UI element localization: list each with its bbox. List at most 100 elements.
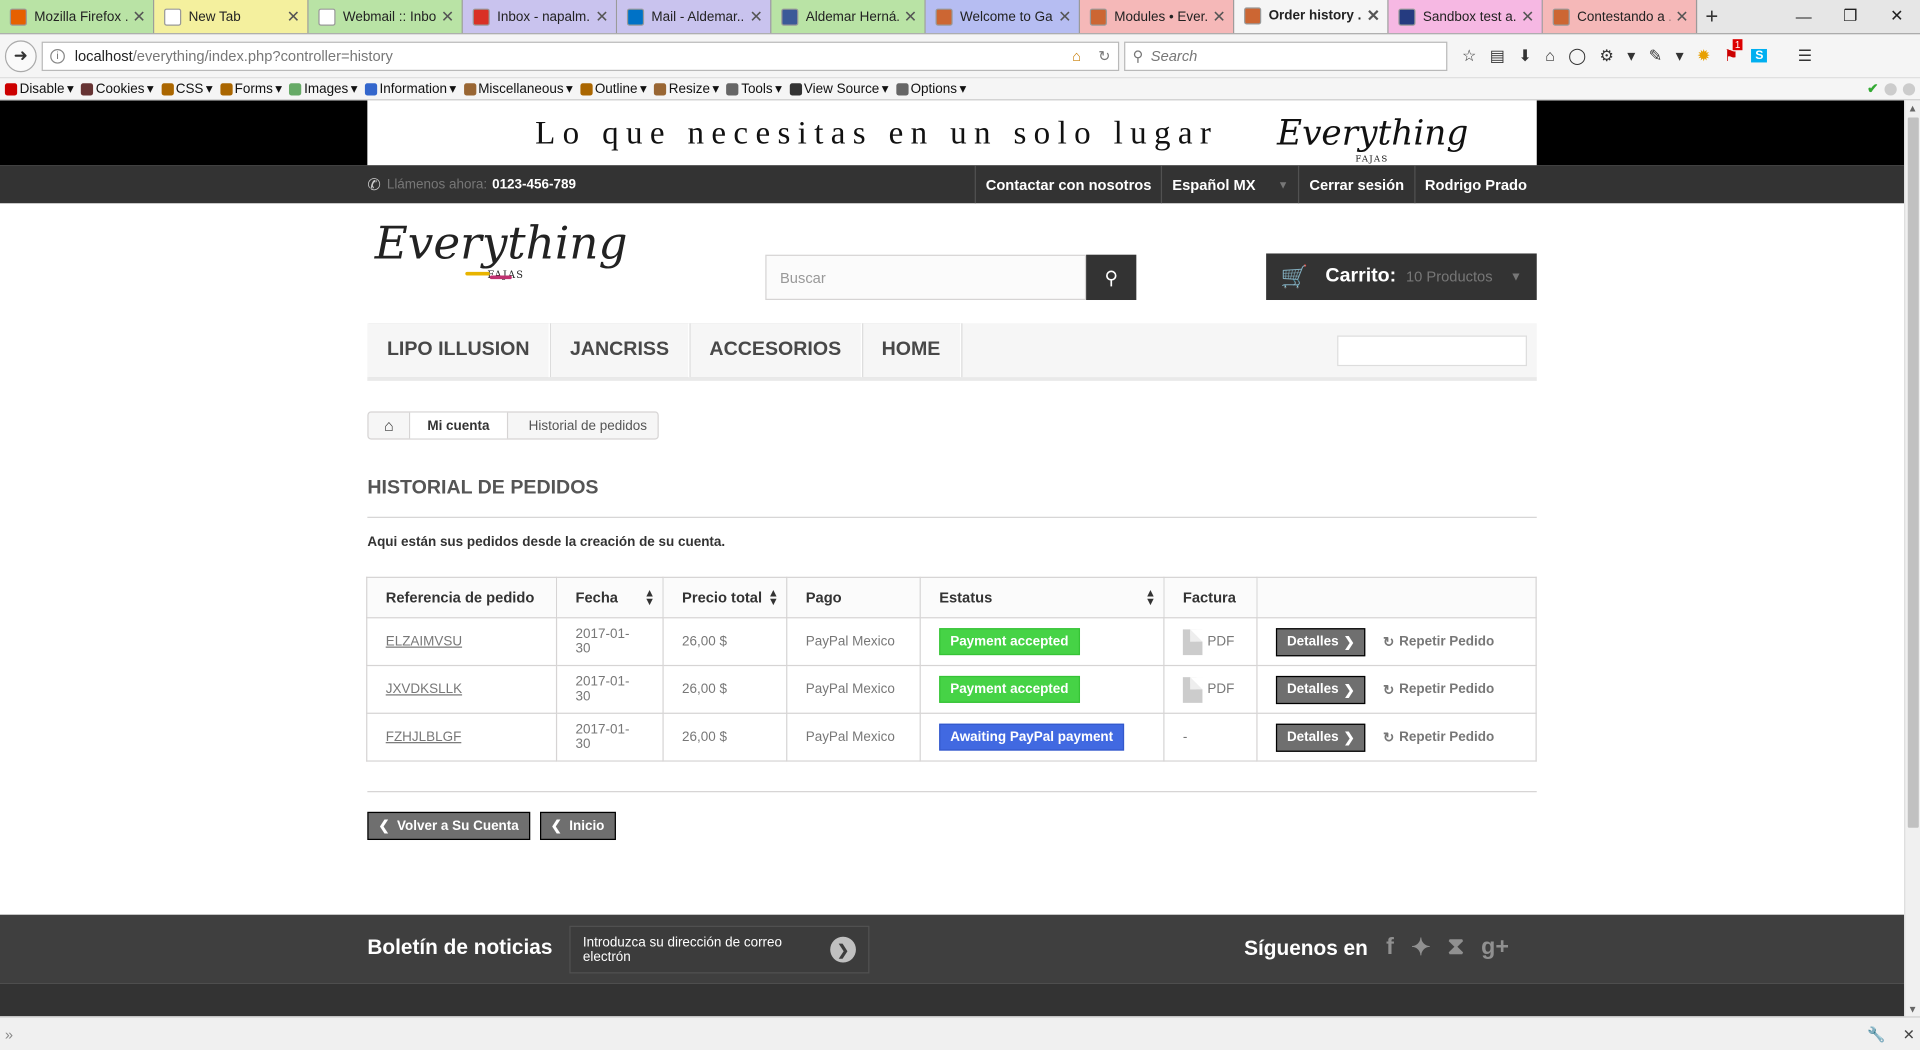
facebook-icon[interactable]: f <box>1386 934 1394 962</box>
shop-logo[interactable]: Everything FAJAS <box>375 220 628 279</box>
new-tab-button[interactable]: + <box>1697 0 1726 33</box>
devbar-menu-item[interactable]: Tools ▾ <box>726 81 782 97</box>
newsletter-input[interactable]: Introduzca su dirección de correo electr… <box>569 925 870 974</box>
contact-link[interactable]: Contactar con nosotros <box>974 165 1162 204</box>
devbar-menu-item[interactable]: CSS ▾ <box>161 81 213 97</box>
browser-tab[interactable]: Modules • Ever... ✕ <box>1080 0 1235 34</box>
cart-button[interactable]: 🛒 Carrito: 10 Productos ▼ <box>1266 253 1537 301</box>
logout-link[interactable]: Cerrar sesión <box>1298 165 1414 204</box>
search-button[interactable]: ⚲ <box>1086 254 1137 301</box>
close-tab-icon[interactable]: ✕ <box>1675 7 1688 27</box>
close-tab-icon[interactable]: ✕ <box>287 7 300 27</box>
notification-icon[interactable]: ⚑ 1 <box>1724 38 1743 66</box>
close-tab-icon[interactable]: ✕ <box>904 7 917 27</box>
info-icon[interactable]: i <box>50 48 65 64</box>
browser-tab[interactable]: Contestando a ... ✕ <box>1542 0 1698 34</box>
menu-item-accesorios[interactable]: Accesorios <box>690 323 862 378</box>
home-icon[interactable]: ⌂ <box>1545 47 1555 65</box>
order-reference-link[interactable]: JXVDKSLLK <box>386 682 462 697</box>
close-tab-icon[interactable]: ✕ <box>1367 6 1380 26</box>
dropdown-icon[interactable]: ▾ <box>1627 46 1635 66</box>
col-date[interactable]: Fecha ▲ ▼ <box>555 576 664 619</box>
twitter-icon[interactable]: ✦ <box>1411 934 1430 962</box>
close-window-icon[interactable]: ✕ <box>1873 0 1920 32</box>
close-tab-icon[interactable]: ✕ <box>1521 7 1534 27</box>
dropdown-icon[interactable]: ▾ <box>1676 46 1684 66</box>
close-tab-icon[interactable]: ✕ <box>750 7 763 27</box>
minimize-icon[interactable]: — <box>1780 0 1827 32</box>
devbar-menu-item[interactable]: Miscellaneous ▾ <box>463 81 573 97</box>
back-arrow-icon[interactable]: ➜ <box>4 39 37 72</box>
browser-tab[interactable]: Inbox - napalm... ✕ <box>462 0 618 34</box>
close-tab-icon[interactable]: ✕ <box>1212 7 1225 27</box>
devbar-menu-item[interactable]: Forms ▾ <box>219 81 282 97</box>
order-reference-link[interactable]: ELZAIMVSU <box>386 634 462 649</box>
menu-item-lipo-illusion[interactable]: Lipo Illusion <box>367 323 551 378</box>
devbar-menu-item[interactable]: Outline ▾ <box>580 81 647 97</box>
browser-tab[interactable]: Mail - Aldemar... ✕ <box>617 0 772 34</box>
home-bookmark-icon[interactable]: ⌂ <box>1072 47 1081 64</box>
menu-item-jancriss[interactable]: Jancriss <box>550 323 690 378</box>
invoice-pdf-link[interactable]: PDF <box>1182 628 1238 655</box>
menu-search-input[interactable] <box>1337 335 1527 367</box>
browser-search-input[interactable]: ⚲ Search <box>1124 41 1448 71</box>
devbar-menu-item[interactable]: View Source ▾ <box>789 81 889 97</box>
skype-icon[interactable]: S <box>1751 48 1768 63</box>
sort-icon[interactable]: ▲ ▼ <box>644 587 655 607</box>
browser-tab[interactable]: Welcome to Ga... ✕ <box>925 0 1081 34</box>
download-icon[interactable]: ⬇ <box>1518 46 1531 66</box>
devbar-menu-item[interactable]: Information ▾ <box>364 81 456 97</box>
close-icon[interactable]: ✕ <box>1903 1026 1915 1043</box>
close-tab-icon[interactable]: ✕ <box>132 7 145 27</box>
reload-icon[interactable]: ↻ <box>1098 47 1110 64</box>
browser-tab[interactable]: Order history ... ✕ <box>1234 0 1389 34</box>
browser-tab[interactable]: Aldemar Herná... ✕ <box>771 0 926 34</box>
details-button[interactable]: Detalles ❯ <box>1275 627 1366 656</box>
browser-tab[interactable]: Sandbox test a... ✕ <box>1388 0 1543 34</box>
firebug-icon[interactable]: ✹ <box>1697 46 1710 66</box>
close-tab-icon[interactable]: ✕ <box>441 7 454 27</box>
arrow-right-icon[interactable]: ❯ <box>830 936 856 963</box>
scroll-up-icon[interactable]: ▲ <box>1905 100 1920 115</box>
reorder-link[interactable]: ↻ Repetir Pedido <box>1383 681 1494 697</box>
back-to-account-button[interactable]: ❮ Volver a Su Cuenta <box>367 811 530 841</box>
devbar-menu-item[interactable]: Options ▾ <box>895 81 966 97</box>
reorder-link[interactable]: ↻ Repetir Pedido <box>1383 634 1494 649</box>
details-button[interactable]: Detalles ❯ <box>1275 723 1366 752</box>
google-plus-icon[interactable]: g+ <box>1481 934 1509 962</box>
banner-logo[interactable]: Everything FAJAS <box>1277 115 1468 163</box>
pocket-icon[interactable]: ◯ <box>1568 46 1586 66</box>
language-selector[interactable]: Español MX ▼ <box>1161 165 1298 204</box>
browser-tab[interactable]: Webmail :: Inbox ✕ <box>308 0 463 34</box>
home-icon[interactable]: ⌂ <box>369 412 411 439</box>
order-reference-link[interactable]: FZHJLBLGF <box>386 730 462 745</box>
scroll-thumb[interactable] <box>1907 117 1919 828</box>
col-status[interactable]: Estatus ▲ ▼ <box>919 576 1165 619</box>
extension-icon[interactable]: ⚙ <box>1600 46 1614 66</box>
scroll-down-icon[interactable]: ▼ <box>1905 1002 1920 1017</box>
col-total[interactable]: Precio total ▲ ▼ <box>662 576 788 619</box>
url-bar[interactable]: i localhost/everything/index.php?control… <box>41 41 1120 71</box>
close-tab-icon[interactable]: ✕ <box>1058 7 1071 27</box>
invoice-pdf-link[interactable]: PDF <box>1182 676 1238 703</box>
home-button[interactable]: ❮ Inicio <box>539 811 616 841</box>
rss-icon[interactable]: ⧗ <box>1448 934 1464 962</box>
details-button[interactable]: Detalles ❯ <box>1275 675 1366 704</box>
page-scrollbar[interactable]: ▲ ▼ <box>1904 100 1920 1017</box>
shop-search-input[interactable]: Buscar <box>765 254 1087 301</box>
menu-icon[interactable]: ☰ <box>1798 46 1812 66</box>
close-tab-icon[interactable]: ✕ <box>595 7 608 27</box>
reading-list-icon[interactable]: ▤ <box>1490 46 1505 66</box>
breadcrumb-account[interactable]: Mi cuenta <box>410 412 508 439</box>
devbar-menu-item[interactable]: Images ▾ <box>289 81 358 97</box>
browser-tab[interactable]: New Tab ✕ <box>154 0 309 34</box>
eyedropper-icon[interactable]: ✎ <box>1649 46 1662 66</box>
devbar-menu-item[interactable]: Cookies ▾ <box>81 81 154 97</box>
devbar-menu-item[interactable]: Resize ▾ <box>654 81 719 97</box>
reorder-link[interactable]: ↻ Repetir Pedido <box>1383 729 1494 745</box>
menu-item-home[interactable]: Home <box>862 323 962 378</box>
devbar-menu-item[interactable]: Disable ▾ <box>4 81 74 97</box>
account-link[interactable]: Rodrigo Prado <box>1413 165 1537 204</box>
expand-icon[interactable]: » <box>5 1026 13 1043</box>
sort-icon[interactable]: ▲ ▼ <box>1145 587 1156 607</box>
